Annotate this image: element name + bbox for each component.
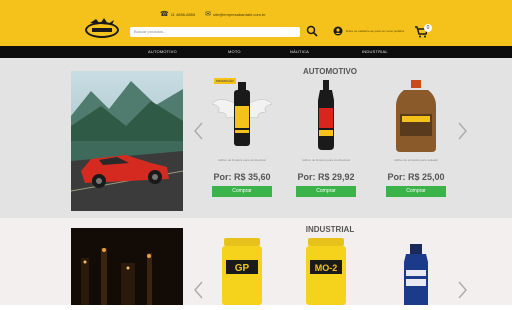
cart-count-badge: 0 [424,24,432,32]
product-name[interactable]: Aditivo de limpeza para combustível [290,158,362,168]
brown-jug-image [396,80,436,152]
product-card[interactable]: MO-2 [290,236,362,310]
product-price: Por: R$ 29,92 [297,172,355,182]
buy-button[interactable]: Comprar [386,186,446,197]
section-industrial: INDUSTRIAL GP MO-2 [0,218,512,305]
product-card[interactable]: PROMOÇÃO Aditivo de limpeza para combust… [206,76,278,197]
bardahl-logo[interactable] [82,15,122,41]
product-image[interactable]: GP [206,236,278,305]
product-image[interactable]: PROMOÇÃO [206,76,278,156]
nav-item-moto[interactable]: MOTO [228,49,241,54]
search-input[interactable]: Buscar produtos... [130,27,300,37]
phone-contact[interactable]: ☎ 11 4858-8855 [160,11,195,18]
nav-item-automotivo[interactable]: AUTOMOTIVO [148,49,177,54]
account-link[interactable]: Entre ou cadastre-se para ver seus pedid… [333,26,416,36]
industrial-banner-image[interactable] [71,228,183,305]
product-card[interactable]: GP [206,236,278,310]
nav-item-nautica[interactable]: NÁUTICA [290,49,309,54]
phone-number: 11 4858-8855 [170,12,196,17]
product-name[interactable]: Aditivo de proteção para radiador [380,158,452,168]
promo-badge: PROMOÇÃO [214,78,236,84]
product-label: GP [235,263,250,274]
automotive-banner-image[interactable] [71,71,183,211]
carousel-next-arrow-icon[interactable] [455,280,469,300]
site-header: ☎ 11 4858-8855 ✉ site@empresabardahl.com… [0,0,512,46]
phone-icon: ☎ [160,11,169,18]
product-image[interactable] [380,76,452,156]
product-label: MO-2 [315,263,338,273]
red-bottle-image [318,80,334,150]
product-card[interactable] [380,236,452,310]
product-image[interactable] [290,76,362,156]
email-address: site@empresabardahl.com.br [213,12,266,17]
winged-bottle-image [211,82,273,146]
carousel-prev-arrow-icon[interactable] [192,280,206,300]
buy-button[interactable]: Comprar [212,186,272,197]
product-name[interactable]: Aditivo de limpeza para combustível [206,158,278,168]
section-title: AUTOMOTIVO [302,67,358,76]
product-image[interactable]: MO-2 [290,236,362,305]
product-card[interactable]: Aditivo de proteção para radiador Por: R… [380,76,452,197]
account-text: Entre ou cadastre-se para ver seus pedid… [346,29,405,33]
product-price: Por: R$ 35,60 [213,172,271,182]
section-automotivo: AUTOMOTIVO PROMOÇÃO Aditivo de limpeza p… [0,58,512,218]
section-title: INDUSTRIAL [305,225,355,234]
main-nav: AUTOMOTIVO MOTO NÁUTICA INDUSTRIAL [0,46,512,58]
product-card[interactable]: Aditivo de limpeza para combustível Por:… [290,76,362,197]
contact-info: ☎ 11 4858-8855 ✉ site@empresabardahl.com… [160,11,266,18]
carousel-next-arrow-icon[interactable] [455,121,469,141]
nav-item-industrial[interactable]: INDUSTRIAL [362,49,388,54]
envelope-icon: ✉ [205,11,212,18]
buy-button[interactable]: Comprar [296,186,356,197]
product-image[interactable] [380,236,452,305]
product-price: Por: R$ 25,00 [387,172,445,182]
carousel-prev-arrow-icon[interactable] [192,121,206,141]
search-icon[interactable] [306,25,318,37]
user-icon [333,26,343,36]
email-contact[interactable]: ✉ site@empresabardahl.com.br [205,11,265,18]
